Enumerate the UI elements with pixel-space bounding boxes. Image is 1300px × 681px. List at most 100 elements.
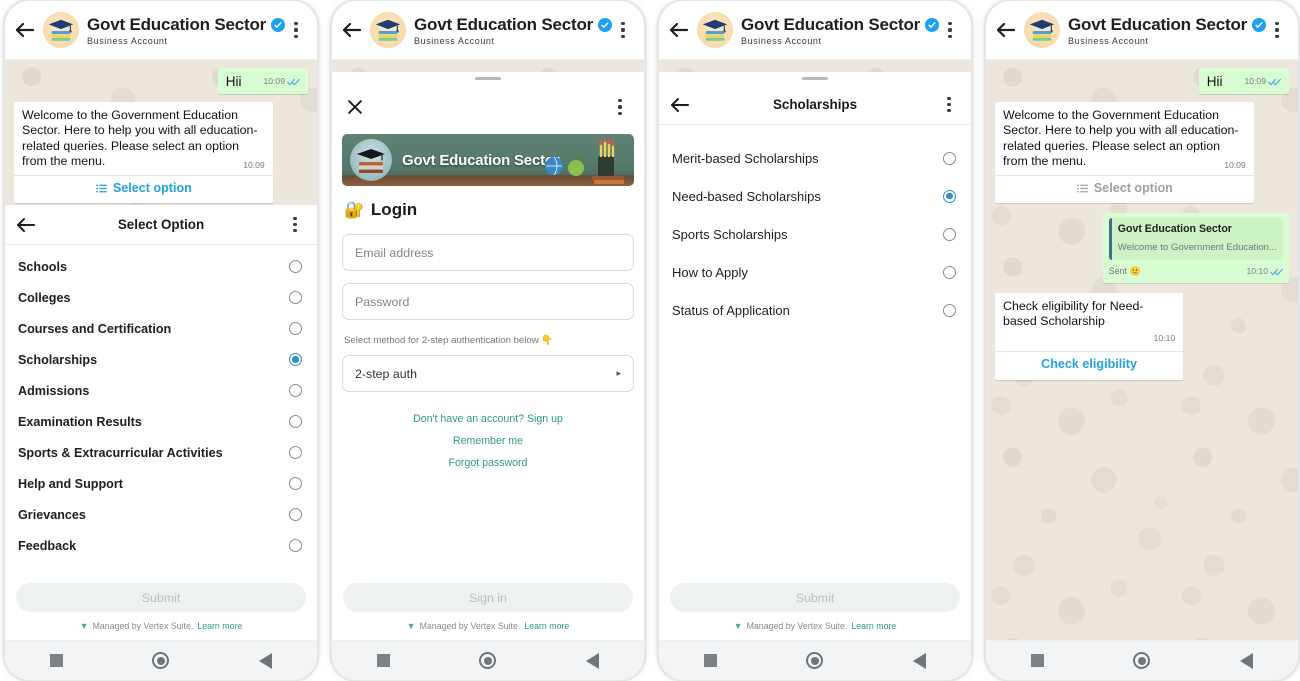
list-item[interactable]: Help and Support — [5, 468, 317, 499]
forgot-password-link[interactable]: Forgot password — [449, 457, 528, 469]
double-check-read-icon — [1268, 79, 1281, 86]
back-arrow-icon[interactable] — [667, 18, 691, 42]
list-item[interactable]: Courses and Certification — [5, 313, 317, 344]
quoted-message[interactable]: Govt Education Sector Welcome to Governm… — [1108, 218, 1283, 260]
list-item[interactable]: Scholarships — [5, 344, 317, 375]
learn-more-link[interactable]: Learn more — [524, 621, 569, 631]
triangle-back-icon[interactable] — [913, 652, 927, 669]
vertex-flag-icon: ▼ — [733, 621, 743, 631]
triangle-back-icon[interactable] — [1240, 652, 1254, 669]
option-label: Merit-based Scholarships — [672, 150, 819, 166]
chat-bubble-incoming: Welcome to the Government Education Sect… — [14, 101, 273, 203]
triangle-back-icon[interactable] — [586, 652, 600, 669]
scholarships-sheet: Scholarships Merit-based Scholarships Ne… — [659, 72, 971, 640]
list-item[interactable]: Schools — [5, 251, 317, 282]
list-item[interactable]: Feedback — [5, 530, 317, 561]
select-option-button[interactable]: Select option — [22, 176, 265, 200]
graduation-cap-books-avatar[interactable] — [370, 12, 406, 48]
radio-button[interactable] — [289, 415, 302, 428]
kebab-menu-icon[interactable] — [1266, 18, 1288, 42]
back-arrow-icon[interactable] — [994, 18, 1018, 42]
square-recents-icon[interactable] — [703, 654, 717, 667]
header-text-block: Govt Education Sector Business Account — [414, 14, 613, 46]
android-navbar — [986, 640, 1298, 680]
radio-button[interactable] — [289, 539, 302, 552]
radio-button[interactable] — [289, 260, 302, 273]
kebab-menu-icon[interactable] — [939, 18, 961, 42]
kebab-menu-icon[interactable] — [285, 18, 307, 42]
circle-home-icon[interactable] — [1133, 652, 1151, 669]
kebab-menu-icon[interactable] — [938, 93, 960, 117]
option-list: Schools Colleges Courses and Certificati… — [5, 245, 317, 574]
radio-button-selected[interactable] — [943, 189, 956, 203]
list-item[interactable]: Need-based Scholarships — [659, 177, 971, 215]
option-label: Need-based Scholarships — [672, 188, 821, 204]
back-arrow-icon[interactable] — [14, 213, 38, 237]
graduation-cap-books-avatar[interactable] — [43, 12, 79, 48]
signup-link[interactable]: Don't have an account? Sign up — [413, 413, 563, 425]
list-item[interactable]: Merit-based Scholarships — [659, 139, 971, 177]
list-item[interactable]: Grievances — [5, 499, 317, 530]
chevron-right-icon: ▸ — [616, 368, 621, 378]
list-item[interactable]: Sports Scholarships — [659, 215, 971, 253]
option-label: Sports Scholarships — [672, 226, 788, 242]
kebab-menu-icon[interactable] — [609, 95, 631, 119]
login-heading: 🔐 Login — [344, 200, 634, 220]
back-arrow-icon[interactable] — [13, 18, 37, 42]
radio-button[interactable] — [289, 291, 302, 304]
back-arrow-icon[interactable] — [340, 18, 364, 42]
submit-button[interactable]: Submit — [16, 583, 306, 612]
triangle-back-icon[interactable] — [259, 652, 273, 669]
graduation-cap-books-avatar[interactable] — [697, 12, 733, 48]
square-recents-icon[interactable] — [49, 654, 63, 667]
radio-button[interactable] — [943, 227, 956, 241]
radio-button-selected[interactable] — [289, 353, 302, 366]
radio-button[interactable] — [289, 477, 302, 490]
close-x-icon[interactable] — [345, 97, 365, 117]
square-recents-icon[interactable] — [376, 654, 390, 667]
timestamp: 10:09 — [1224, 160, 1246, 170]
submit-area: Submit — [659, 574, 971, 618]
double-check-read-icon — [1270, 269, 1283, 276]
circle-home-icon[interactable] — [806, 652, 824, 669]
back-arrow-icon[interactable] — [668, 93, 692, 117]
password-placeholder: Password — [355, 294, 410, 309]
sign-in-button[interactable]: Sign in — [343, 583, 633, 612]
radio-button[interactable] — [289, 384, 302, 397]
square-recents-icon[interactable] — [1030, 654, 1044, 667]
circle-home-icon[interactable] — [479, 652, 497, 669]
radio-button[interactable] — [289, 446, 302, 459]
list-item[interactable]: Colleges — [5, 282, 317, 313]
circle-home-icon[interactable] — [152, 652, 170, 669]
screenshot-stage: Govt Education Sector Business Account H… — [0, 0, 1300, 681]
sheet-grabber-icon[interactable] — [332, 72, 644, 85]
email-field[interactable]: Email address — [342, 234, 634, 271]
check-eligibility-button[interactable]: Check eligibility — [1003, 352, 1175, 376]
learn-more-link[interactable]: Learn more — [851, 621, 896, 631]
status-badge: Sent 🙂 — [1109, 264, 1141, 280]
learn-more-link[interactable]: Learn more — [197, 621, 242, 631]
list-item[interactable]: Examination Results — [5, 406, 317, 437]
android-navbar — [5, 640, 317, 680]
radio-button[interactable] — [289, 508, 302, 521]
phone-panel-4: Govt Education Sector Business Account H… — [985, 0, 1299, 681]
password-field[interactable]: Password — [342, 283, 634, 320]
two-step-auth-select[interactable]: 2-step auth ▸ — [342, 355, 634, 392]
radio-button[interactable] — [289, 322, 302, 335]
remember-me-link[interactable]: Remember me — [453, 435, 523, 447]
list-item[interactable]: Status of Application — [659, 291, 971, 329]
radio-button[interactable] — [943, 151, 956, 165]
two-step-hint: Select method for 2-step authentication … — [344, 335, 554, 346]
page-title: Govt Education Sector — [414, 14, 594, 34]
kebab-menu-icon[interactable] — [284, 213, 306, 237]
list-item[interactable]: How to Apply — [659, 253, 971, 291]
sheet-grabber-icon[interactable] — [659, 72, 971, 85]
list-item[interactable]: Admissions — [5, 375, 317, 406]
submit-button[interactable]: Submit — [670, 583, 960, 612]
list-item[interactable]: Sports & Extracurricular Activities — [5, 437, 317, 468]
message-meta: 10:09 — [1244, 74, 1281, 90]
radio-button[interactable] — [943, 265, 956, 279]
kebab-menu-icon[interactable] — [612, 18, 634, 42]
graduation-cap-books-avatar[interactable] — [1024, 12, 1060, 48]
radio-button[interactable] — [943, 303, 956, 317]
